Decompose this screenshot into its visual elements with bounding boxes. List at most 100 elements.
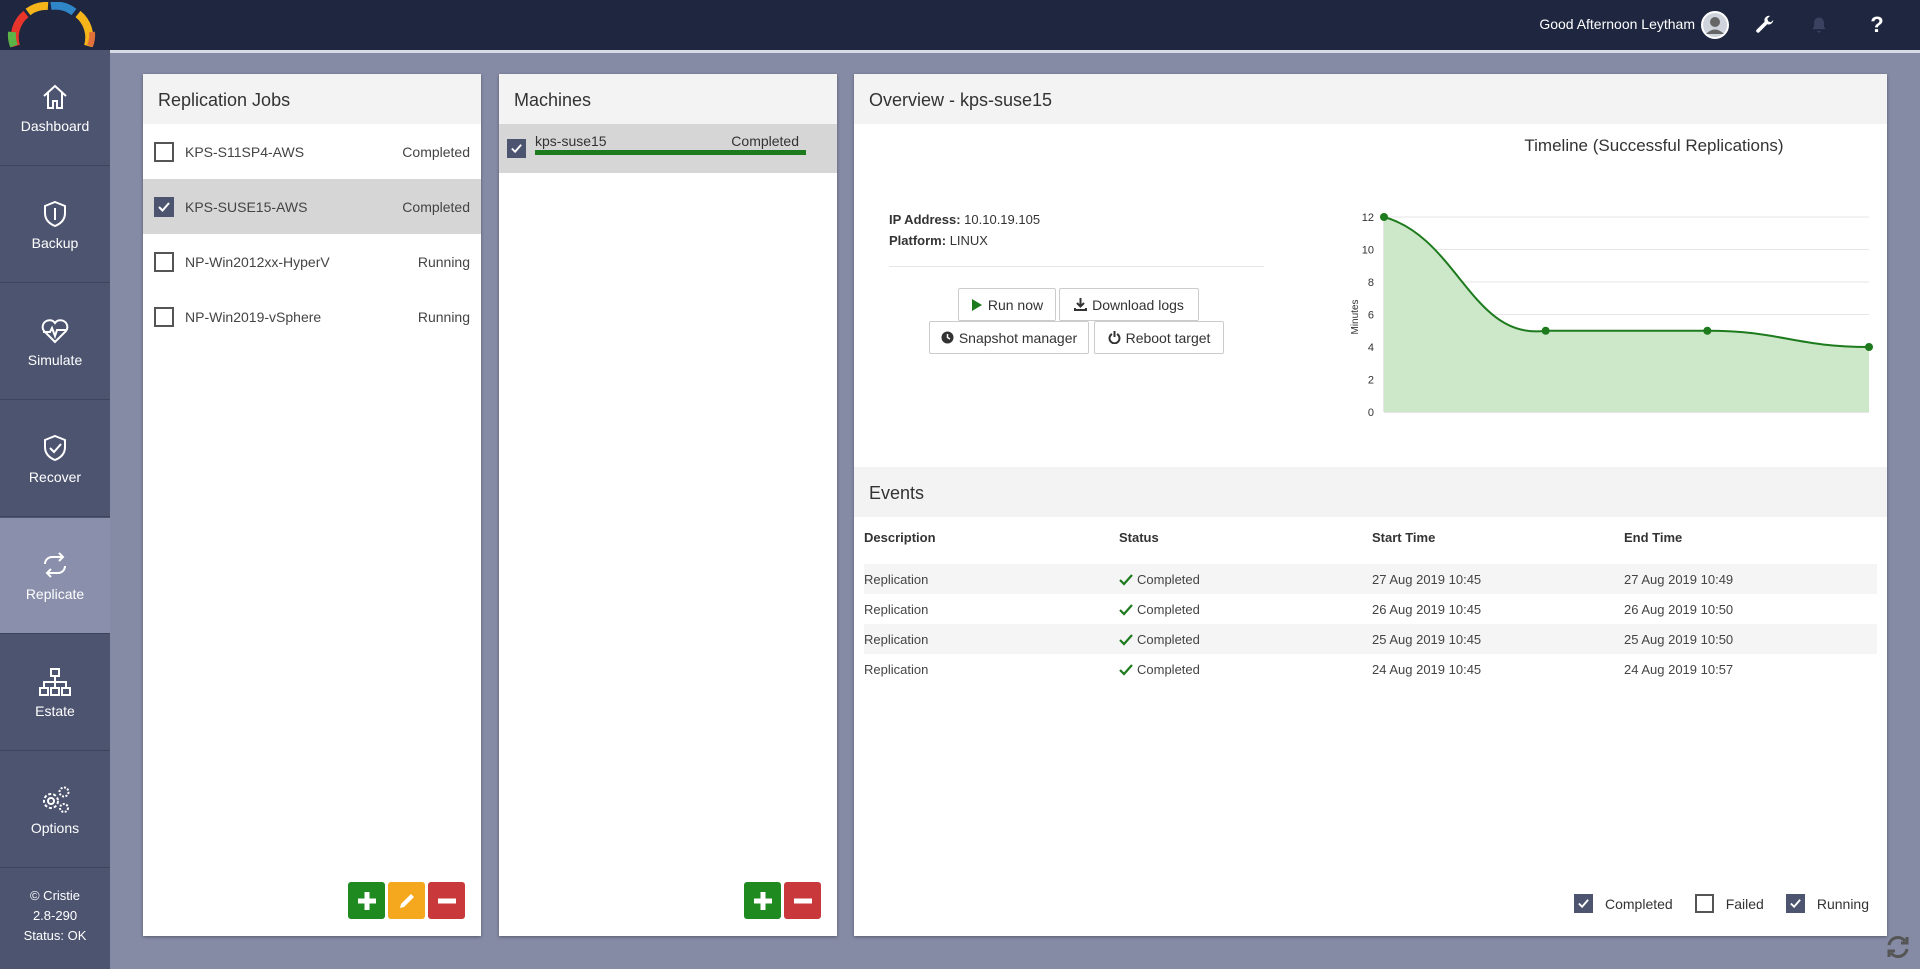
event-status-label: Completed: [1137, 572, 1200, 587]
job-status: Completed: [402, 198, 470, 215]
y-tick-label: 2: [1368, 375, 1374, 387]
y-tick-label: 8: [1368, 277, 1374, 289]
edit-job-button[interactable]: [388, 882, 425, 919]
y-tick-label: 4: [1368, 342, 1374, 354]
column-header-end-time: End Time: [1624, 530, 1683, 545]
job-checkbox[interactable]: [154, 196, 174, 217]
event-end-cell: 24 Aug 2019 10:57: [1624, 662, 1734, 677]
event-end-cell: 27 Aug 2019 10:49: [1624, 572, 1734, 587]
power-icon: [1108, 331, 1121, 344]
machine-progress-bar: [535, 150, 806, 155]
wrench-icon[interactable]: [1750, 10, 1780, 40]
platform-label: Platform:: [889, 233, 947, 248]
sidebar-item-label: Options: [30, 819, 80, 836]
remove-machine-button[interactable]: [784, 882, 821, 919]
checkmark-icon: [158, 201, 170, 212]
filter-completed[interactable]: Completed: [1574, 894, 1673, 913]
replicate-icon: [44, 551, 66, 578]
event-status-label: Completed: [1137, 632, 1200, 647]
cristie-logo: [7, 2, 96, 48]
divider: [889, 266, 1264, 267]
machines-panel: Machines kps-suse15 Completed: [499, 74, 837, 936]
column-header-description: Description: [864, 530, 936, 545]
job-checkbox[interactable]: [154, 141, 174, 162]
add-job-button[interactable]: [348, 882, 385, 919]
sidebar: Dashboard Backup Simulate Recover Replic…: [0, 50, 110, 969]
greeting-text: Good Afternoon Leytham: [1539, 16, 1695, 32]
version-text: 2.8-290: [32, 908, 78, 923]
checkmark-icon: [1578, 899, 1589, 909]
filter-completed-checkbox[interactable]: [1574, 894, 1593, 913]
machine-checkbox[interactable]: [507, 139, 526, 158]
download-logs-button[interactable]: Download logs: [1059, 288, 1199, 321]
help-icon[interactable]: ?: [1862, 10, 1892, 40]
add-machine-button[interactable]: [744, 882, 781, 919]
sidebar-item-options[interactable]: Options: [0, 752, 110, 868]
job-checkbox[interactable]: [154, 306, 174, 327]
filter-failed[interactable]: Failed: [1694, 894, 1764, 913]
user-avatar-icon[interactable]: [1700, 10, 1730, 40]
event-status-cell: Completed: [1119, 602, 1200, 617]
minus-icon: [437, 898, 456, 903]
download-logs-label: Download logs: [1092, 296, 1184, 313]
sidebar-item-label: Estate: [35, 702, 75, 719]
filter-running[interactable]: Running: [1785, 894, 1869, 913]
chart-point: [1380, 213, 1388, 221]
y-tick-label: 10: [1362, 245, 1374, 257]
job-row[interactable]: KPS-SUSE15-AWS Completed: [143, 179, 481, 234]
job-row[interactable]: KPS-S11SP4-AWS Completed: [143, 124, 481, 179]
sidebar-item-recover[interactable]: Recover: [0, 401, 110, 517]
filter-failed-checkbox[interactable]: [1694, 894, 1714, 913]
event-status-label: Completed: [1137, 662, 1200, 677]
job-status: Running: [417, 253, 470, 270]
event-row[interactable]: Replication Completed 27 Aug 2019 10:45 27 …: [864, 564, 1877, 594]
run-now-label: Run now: [987, 296, 1044, 313]
pencil-icon: [399, 893, 414, 908]
sidebar-item-simulate[interactable]: Simulate: [0, 284, 110, 400]
sidebar-item-dashboard[interactable]: Dashboard: [0, 50, 110, 166]
event-end-cell: 25 Aug 2019 10:50: [1624, 632, 1734, 647]
shield-check-icon: [44, 434, 66, 461]
filter-failed-label: Failed: [1725, 895, 1764, 912]
shield-icon: [44, 200, 66, 227]
chart-point: [1703, 326, 1712, 335]
sidebar-item-estate[interactable]: Estate: [0, 635, 110, 751]
machine-status: Completed: [731, 133, 799, 149]
chart-point: [1541, 326, 1550, 335]
sidebar-item-backup[interactable]: Backup: [0, 167, 110, 283]
reboot-target-button[interactable]: Reboot target: [1094, 321, 1224, 354]
job-row[interactable]: NP-Win2019-vSphere Running: [143, 289, 481, 344]
chart-title: Timeline (Successful Replications): [1524, 136, 1784, 155]
event-start-cell: 26 Aug 2019 10:45: [1372, 602, 1482, 617]
event-status-label: Completed: [1137, 602, 1200, 617]
job-name: KPS-S11SP4-AWS: [185, 143, 305, 160]
job-row[interactable]: NP-Win2012xx-HyperV Running: [143, 234, 481, 289]
event-row[interactable]: Replication Completed 25 Aug 2019 10:45 25 …: [864, 624, 1877, 654]
snapshot-manager-button[interactable]: Snapshot manager: [929, 321, 1089, 354]
sidebar-footer: © Cristie 2.8-290 Status: OK: [0, 886, 110, 946]
bell-icon[interactable]: [1804, 10, 1834, 40]
job-checkbox[interactable]: [154, 251, 174, 272]
column-header-start-time: Start Time: [1372, 530, 1436, 545]
sidebar-item-replicate[interactable]: Replicate: [0, 518, 110, 634]
sidebar-item-label: Simulate: [27, 351, 83, 368]
download-icon: [1074, 298, 1088, 311]
y-axis-label: Minutes: [1350, 299, 1361, 334]
reboot-target-label: Reboot target: [1125, 329, 1211, 346]
job-status: Completed: [402, 143, 470, 160]
run-now-button[interactable]: Run now: [958, 288, 1056, 321]
refresh-icon[interactable]: [1884, 933, 1912, 961]
ip-label: IP Address:: [889, 212, 961, 227]
remove-job-button[interactable]: [428, 882, 465, 919]
event-description-cell: Replication: [864, 602, 929, 617]
chart-point: [1865, 343, 1873, 351]
timeline-chart: 0 2 4 6 8 10 12 Minutes: [1350, 212, 1873, 419]
event-row[interactable]: Replication Completed 24 Aug 2019 10:45 24 …: [864, 654, 1877, 684]
machine-row[interactable]: kps-suse15 Completed: [499, 124, 837, 173]
event-row[interactable]: Replication Completed 26 Aug 2019 10:45 26 …: [864, 594, 1877, 624]
job-name: NP-Win2012xx-HyperV: [185, 253, 330, 270]
job-status: Running: [417, 308, 470, 325]
checkmark-icon: [1790, 899, 1801, 909]
filter-running-checkbox[interactable]: [1785, 894, 1805, 913]
event-description-cell: Replication: [864, 632, 929, 647]
